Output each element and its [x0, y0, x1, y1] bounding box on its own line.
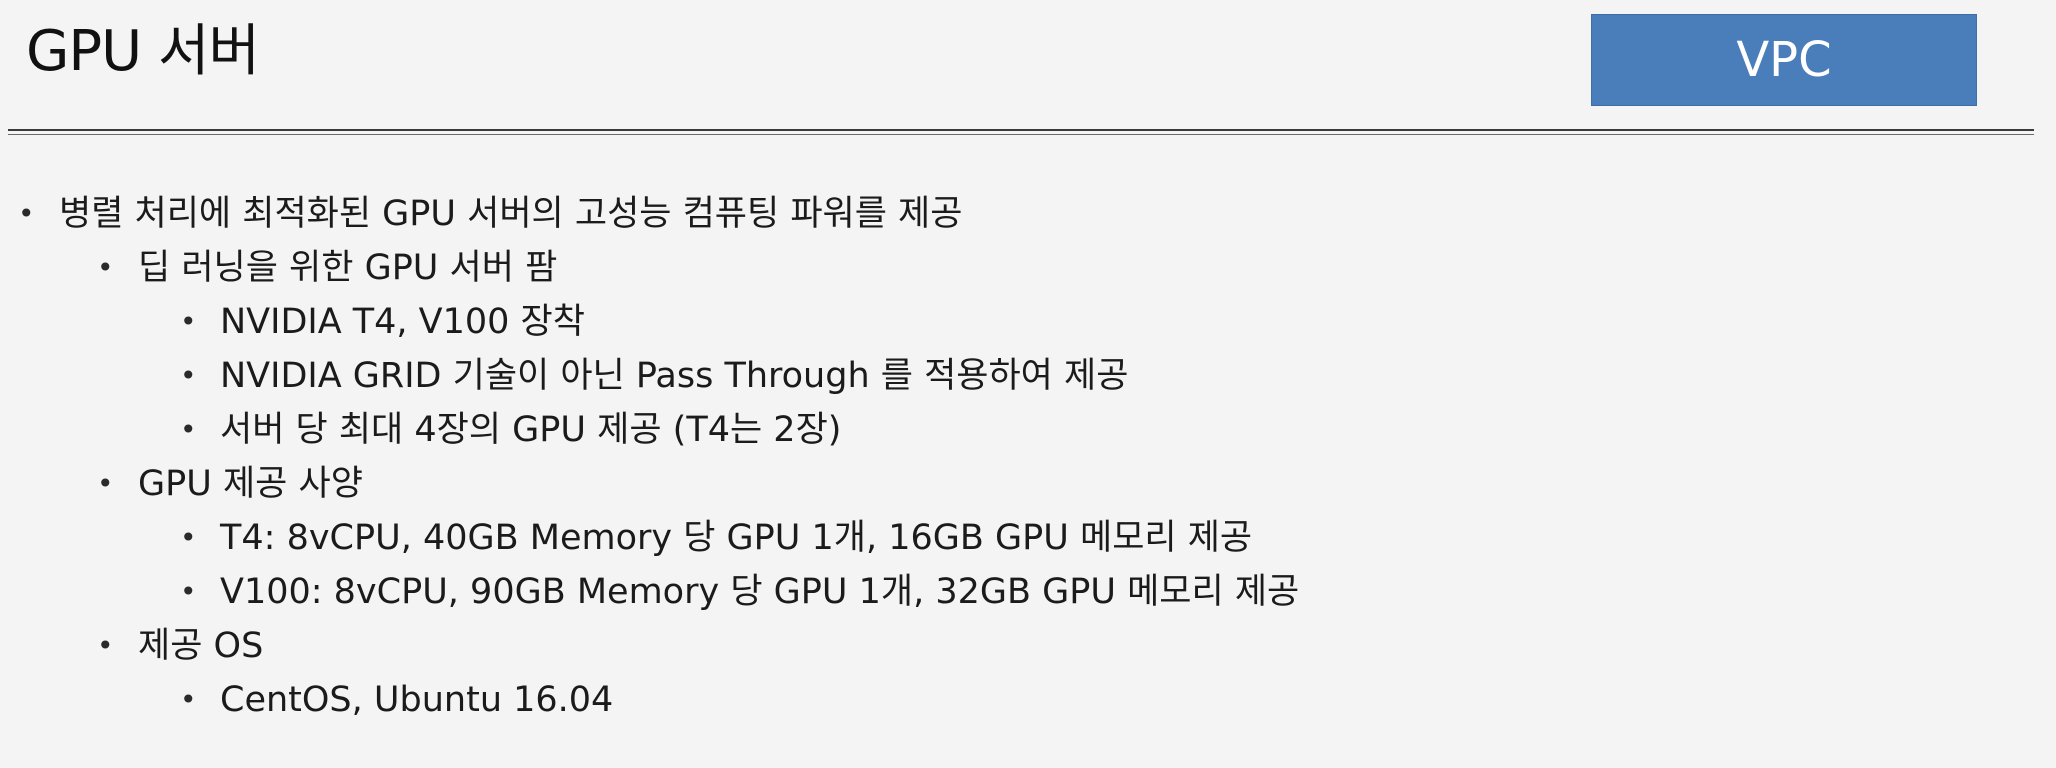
bullet-dot-icon: • [180, 305, 197, 338]
bullet-dot-icon: • [180, 521, 197, 554]
bullet-text: 병렬 처리에 최적화된 GPU 서버의 고성능 컴퓨팅 파워를 제공 [59, 194, 963, 234]
bullet-text: 딥 러닝을 위한 GPU 서버 팜 [138, 248, 558, 288]
slide: GPU 서버 VPC • 병렬 처리에 최적화된 GPU 서버의 고성능 컴퓨팅… [0, 0, 2056, 768]
bullet-text: 제공 OS [138, 626, 264, 666]
bullet-dot-icon: • [97, 467, 114, 500]
bullet-item: • 제공 OS [0, 619, 2056, 673]
bullet-item: • 서버 당 최대 4장의 GPU 제공 (T4는 2장) [0, 403, 2056, 457]
bullet-text: CentOS, Ubuntu 16.04 [220, 680, 614, 720]
bullet-text: V100: 8vCPU, 90GB Memory 당 GPU 1개, 32GB … [220, 572, 1300, 612]
bullet-text: GPU 제공 사양 [138, 464, 363, 504]
bullet-item: • 딥 러닝을 위한 GPU 서버 팜 [0, 241, 2056, 295]
bullet-item: • GPU 제공 사양 [0, 457, 2056, 511]
bullet-item: • V100: 8vCPU, 90GB Memory 당 GPU 1개, 32G… [0, 565, 2056, 619]
slide-title: GPU 서버 [26, 19, 260, 84]
bullet-dot-icon: • [18, 197, 35, 230]
bullet-dot-icon: • [97, 251, 114, 284]
vpc-badge: VPC [1591, 14, 1977, 106]
bullet-text: NVIDIA GRID 기술이 아닌 Pass Through 를 적용하여 제… [220, 356, 1129, 396]
bullet-dot-icon: • [180, 359, 197, 392]
bullet-item: • NVIDIA GRID 기술이 아닌 Pass Through 를 적용하여… [0, 349, 2056, 403]
title-divider-secondary [8, 134, 2034, 135]
bullet-item: • NVIDIA T4, V100 장착 [0, 295, 2056, 349]
title-divider [8, 129, 2034, 131]
bullet-text: T4: 8vCPU, 40GB Memory 당 GPU 1개, 16GB GP… [220, 518, 1253, 558]
bullet-item: • T4: 8vCPU, 40GB Memory 당 GPU 1개, 16GB … [0, 511, 2056, 565]
bullet-dot-icon: • [180, 683, 197, 716]
bullet-item: • 병렬 처리에 최적화된 GPU 서버의 고성능 컴퓨팅 파워를 제공 [0, 187, 2056, 241]
bullet-dot-icon: • [97, 629, 114, 662]
bullet-dot-icon: • [180, 413, 197, 446]
bullet-dot-icon: • [180, 575, 197, 608]
bullet-item: • CentOS, Ubuntu 16.04 [0, 673, 2056, 727]
bullet-list: • 병렬 처리에 최적화된 GPU 서버의 고성능 컴퓨팅 파워를 제공 • 딥… [0, 187, 2056, 727]
bullet-text: 서버 당 최대 4장의 GPU 제공 (T4는 2장) [220, 410, 842, 450]
bullet-text: NVIDIA T4, V100 장착 [220, 302, 585, 342]
